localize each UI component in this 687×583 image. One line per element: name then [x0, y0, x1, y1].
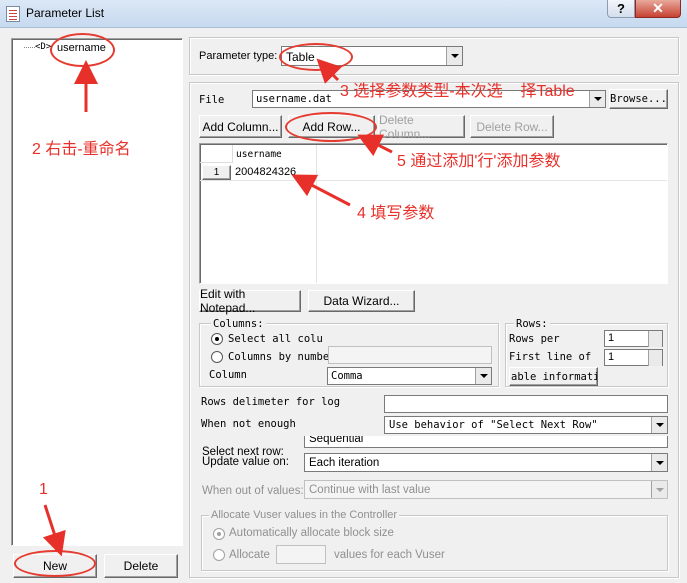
annotation-2: 2 右击-重命名: [32, 141, 131, 158]
annotation-5: 5 通过添加'行'添加参数: [397, 153, 561, 170]
arrow-new: [42, 504, 66, 557]
arrow-table: [316, 58, 342, 84]
annotation-3: 3 选择参数类型-本次选 择Table: [340, 83, 575, 100]
annotation-1: 1: [39, 481, 48, 498]
arrow-add-row: [357, 134, 393, 157]
arrow-fill: [291, 174, 351, 207]
annotation-4: 4 填写参数: [357, 205, 435, 222]
